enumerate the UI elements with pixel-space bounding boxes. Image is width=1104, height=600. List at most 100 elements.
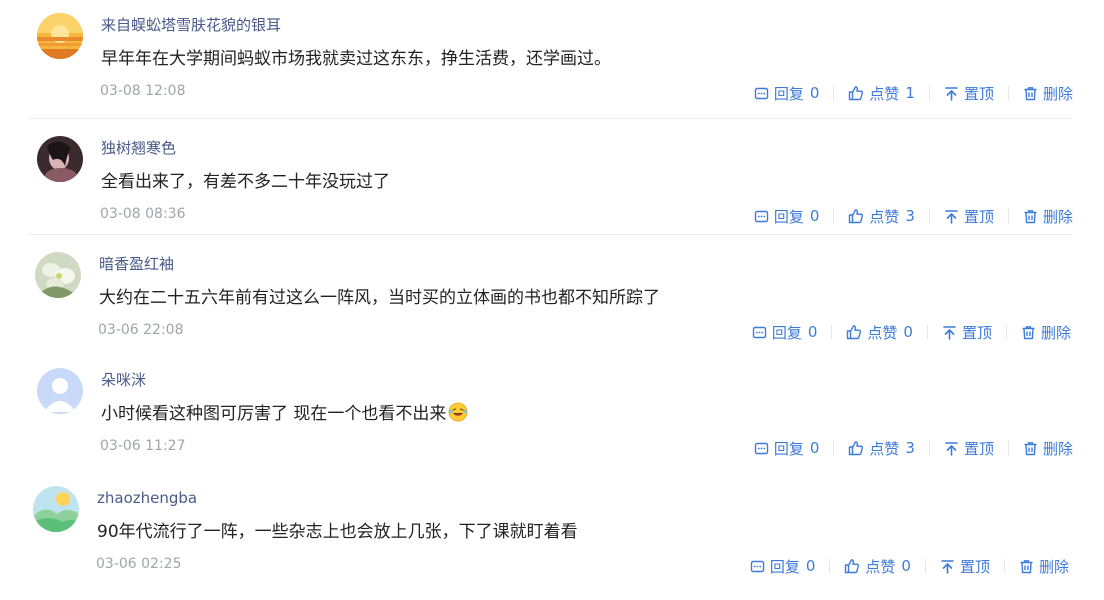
laughing-tears-emoji	[449, 402, 468, 422]
divider	[924, 559, 926, 573]
avatar[interactable]	[37, 368, 83, 414]
divider	[926, 325, 928, 339]
comment-text: 小时候看这种图可厉害了 现在一个也看不出来	[101, 402, 468, 426]
like-label: 点赞	[869, 207, 900, 226]
reply-count: 0	[809, 207, 820, 225]
comment-actions: 回复 0 点赞 3 置顶 删除	[754, 437, 1073, 459]
trash-icon	[1022, 325, 1035, 339]
delete-button[interactable]: 删除	[1019, 556, 1069, 577]
arrow-up-pin-icon	[941, 559, 954, 574]
reply-button[interactable]: 回复 0	[754, 83, 820, 104]
avatar[interactable]	[37, 13, 83, 59]
username[interactable]: 暗香盈红袖	[99, 254, 174, 274]
avatar[interactable]	[37, 136, 83, 182]
like-button[interactable]: 点赞 3	[848, 206, 915, 227]
avatar[interactable]	[35, 252, 81, 298]
like-label: 点赞	[869, 84, 900, 103]
comment-text: 早年年在大学期间蚂蚁市场我就卖过这东东，挣生活费，还学画过。	[101, 49, 611, 69]
reply-box-icon	[754, 210, 769, 222]
like-label: 点赞	[869, 439, 900, 458]
pin-button[interactable]: 置顶	[940, 556, 990, 577]
like-count: 0	[903, 323, 913, 341]
like-count: 3	[905, 439, 915, 457]
pin-label: 置顶	[959, 557, 990, 576]
delete-button[interactable]: 删除	[1023, 206, 1073, 227]
trash-icon	[1024, 86, 1037, 100]
username[interactable]: 独树翘寒色	[101, 138, 176, 158]
reply-label: 回复	[771, 323, 802, 342]
pin-label: 置顶	[963, 207, 994, 226]
delete-label: 删除	[1042, 84, 1073, 103]
pin-label: 置顶	[963, 84, 994, 103]
reply-box-icon	[750, 560, 765, 572]
divider	[1007, 209, 1009, 223]
delete-button[interactable]: 删除	[1021, 322, 1071, 343]
comment-time: 03-06 22:08	[98, 322, 184, 338]
arrow-up-pin-icon	[945, 86, 958, 101]
pin-button[interactable]: 置顶	[942, 322, 992, 343]
username[interactable]: 来自蜈蚣塔雪肤花貌的银耳	[101, 15, 281, 35]
reply-box-icon	[752, 326, 767, 338]
comment-list: 来自蜈蚣塔雪肤花貌的银耳 早年年在大学期间蚂蚁市场我就卖过这东东，挣生活费，还学…	[0, 0, 1104, 600]
username[interactable]: 朵咪洣	[101, 370, 146, 390]
delete-button[interactable]: 删除	[1023, 83, 1073, 104]
like-button[interactable]: 点赞 1	[848, 83, 915, 104]
thumbs-up-icon	[845, 559, 860, 574]
delete-label: 删除	[1040, 323, 1071, 342]
comment-text: 全看出来了，有差不多二十年没玩过了	[101, 172, 390, 192]
reply-box-icon	[754, 87, 769, 99]
delete-label: 删除	[1038, 557, 1069, 576]
like-button[interactable]: 点赞 3	[848, 438, 915, 459]
comment-text: 90年代流行了一阵，一些杂志上也会放上几张，下了课就盯着看	[97, 522, 578, 542]
like-count: 0	[901, 557, 911, 575]
thumbs-up-icon	[849, 86, 864, 101]
arrow-up-pin-icon	[945, 209, 958, 224]
comment-time: 03-08 08:36	[100, 206, 186, 222]
reply-label: 回复	[773, 207, 804, 226]
like-count: 1	[905, 84, 915, 102]
comment-time: 03-06 11:27	[100, 438, 186, 454]
trash-icon	[1024, 441, 1037, 455]
divider	[928, 441, 930, 455]
username[interactable]: zhaozhengba	[97, 488, 197, 508]
pin-label: 置顶	[963, 439, 994, 458]
trash-icon	[1020, 559, 1033, 573]
divider	[1007, 441, 1009, 455]
reply-count: 0	[809, 439, 820, 457]
comment-actions: 回复 0 点赞 3 置顶 删除	[754, 205, 1073, 227]
delete-label: 删除	[1042, 207, 1073, 226]
thumbs-up-icon	[849, 209, 864, 224]
pin-button[interactable]: 置顶	[944, 83, 994, 104]
reply-label: 回复	[773, 439, 804, 458]
comment-actions: 回复 0 点赞 1 置顶 删除	[754, 82, 1073, 104]
like-button[interactable]: 点赞 0	[846, 322, 913, 343]
reply-button[interactable]: 回复 0	[754, 206, 820, 227]
like-button[interactable]: 点赞 0	[844, 556, 911, 577]
thumbs-up-icon	[847, 325, 862, 340]
divider	[1005, 325, 1007, 339]
pin-button[interactable]: 置顶	[944, 206, 994, 227]
delete-button[interactable]: 删除	[1023, 438, 1073, 459]
comment-actions: 回复 0 点赞 0 置顶 删除	[752, 321, 1071, 343]
reply-button[interactable]: 回复 0	[752, 322, 817, 343]
reply-label: 回复	[773, 84, 804, 103]
reply-count: 0	[805, 557, 816, 575]
arrow-up-pin-icon	[945, 441, 958, 456]
reply-count: 0	[809, 84, 820, 102]
reply-button[interactable]: 回复 0	[754, 438, 820, 459]
delete-label: 删除	[1042, 439, 1073, 458]
reply-box-icon	[754, 442, 769, 454]
comment-actions: 回复 0 点赞 0 置顶 删除	[750, 555, 1069, 577]
reply-label: 回复	[769, 557, 800, 576]
pin-label: 置顶	[961, 323, 992, 342]
avatar[interactable]	[33, 486, 79, 532]
comment-text: 大约在二十五六年前有过这么一阵风，当时买的立体画的书也都不知所踪了	[99, 288, 660, 308]
divider	[928, 209, 930, 223]
reply-button[interactable]: 回复 0	[750, 556, 816, 577]
divider	[1003, 559, 1005, 573]
divider	[831, 325, 833, 339]
trash-icon	[1024, 209, 1037, 223]
pin-button[interactable]: 置顶	[944, 438, 994, 459]
divider	[1007, 86, 1009, 100]
divider	[833, 86, 835, 100]
